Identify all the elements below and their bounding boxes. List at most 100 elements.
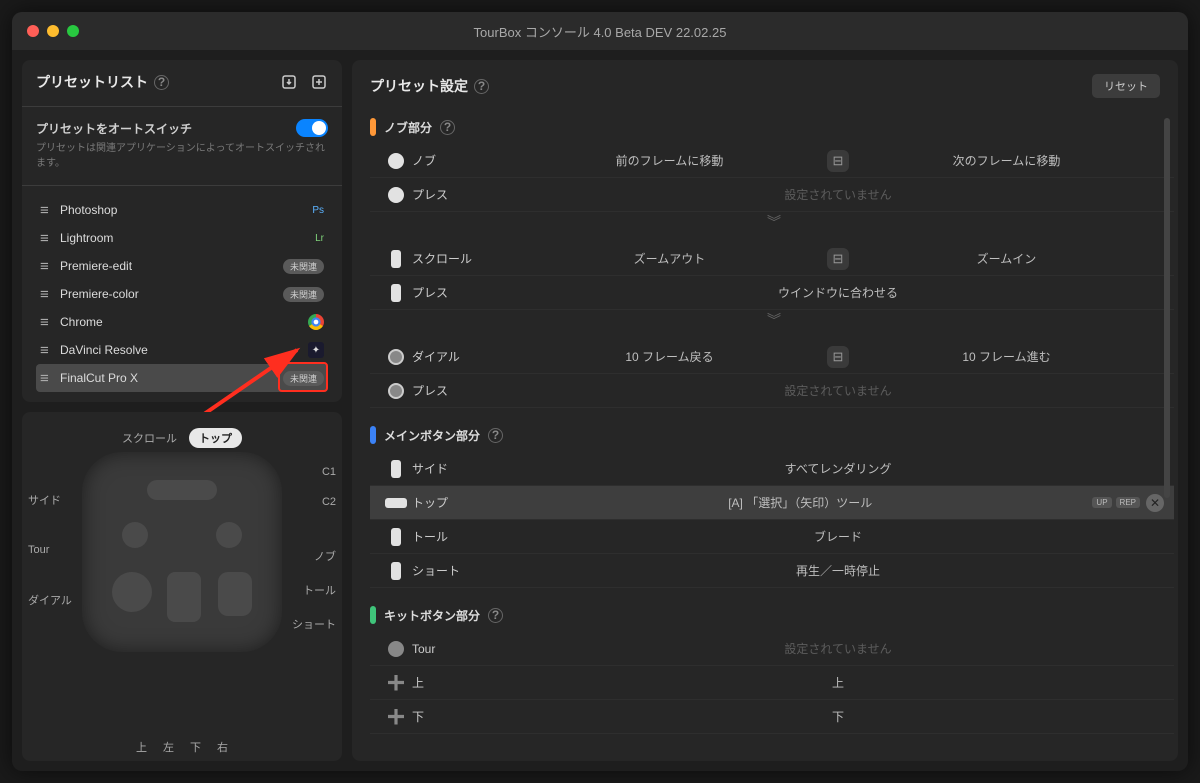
drag-handle-icon[interactable]: ≡ — [40, 259, 60, 274]
setting-name: 上 — [412, 674, 512, 691]
setting-value: ウインドウに合わせる — [512, 284, 1164, 301]
section-title: キットボタン部分 — [384, 607, 480, 624]
setting-row[interactable]: トップ[A] 「選択」（矢印）ツールUPREP✕ — [370, 486, 1174, 520]
separator-icon: ⊟ — [827, 150, 849, 172]
unlinked-pill: 未関連 — [283, 259, 324, 274]
device-label-top-chip[interactable]: トップ — [189, 428, 242, 448]
preset-row[interactable]: ≡LightroomLr — [36, 224, 328, 252]
setting-value: 設定されていません — [512, 382, 1164, 399]
help-icon[interactable]: ? — [488, 608, 503, 623]
fullscreen-window-button[interactable] — [67, 25, 79, 37]
preset-row[interactable]: ≡Premiere-edit未関連 — [36, 252, 328, 280]
control-icon — [380, 641, 412, 657]
device-label-short: ショート — [292, 616, 336, 632]
app-window: TourBox コンソール 4.0 Beta DEV 22.02.25 プリセッ… — [12, 12, 1188, 771]
app-tag: Ps — [312, 205, 324, 216]
setting-value: 再生／一時停止 — [512, 562, 1164, 579]
reset-button[interactable]: リセット — [1092, 74, 1160, 98]
setting-row[interactable]: プレス設定されていません — [370, 374, 1174, 408]
help-icon[interactable]: ? — [488, 428, 503, 443]
settings-sections: ノブ部分?ノブ前のフレームに移動⊟次のフレームに移動プレス設定されていません︾ス… — [352, 110, 1178, 747]
app-tag: Lr — [315, 233, 324, 244]
drag-handle-icon[interactable]: ≡ — [40, 343, 60, 358]
separator-icon: ⊟ — [827, 248, 849, 270]
autoswitch-description: プリセットは関連アプリケーションによってオートスイッチされます。 — [36, 141, 328, 171]
preset-name: Chrome — [60, 315, 308, 329]
setting-row[interactable]: 下下 — [370, 700, 1174, 734]
setting-row[interactable]: ダイアル10 フレーム戻る⊟10 フレーム進む — [370, 340, 1174, 374]
clear-icon[interactable]: ✕ — [1146, 494, 1164, 512]
help-icon[interactable]: ? — [154, 75, 169, 90]
setting-row[interactable]: スクロールズームアウト⊟ズームイン — [370, 242, 1174, 276]
setting-row[interactable]: Tour設定されていません — [370, 632, 1174, 666]
preset-row[interactable]: ≡Chrome — [36, 308, 328, 336]
control-icon — [380, 153, 412, 169]
setting-value-left: ズームアウト — [512, 250, 827, 267]
control-icon — [380, 187, 412, 203]
setting-row[interactable]: ノブ前のフレームに移動⊟次のフレームに移動 — [370, 144, 1174, 178]
setting-name: Tour — [412, 642, 512, 656]
section-header: キットボタン部分? — [370, 598, 1174, 632]
control-icon — [380, 498, 412, 508]
help-icon[interactable]: ? — [440, 120, 455, 135]
preset-row[interactable]: ≡Premiere-color未関連 — [36, 280, 328, 308]
device-label-c1: C1 — [292, 466, 336, 478]
device-label-tall: トール — [292, 582, 336, 598]
drag-handle-icon[interactable]: ≡ — [40, 371, 60, 386]
minimize-window-button[interactable] — [47, 25, 59, 37]
davinci-icon: ✦ — [308, 342, 324, 358]
help-icon[interactable]: ? — [474, 79, 489, 94]
control-icon — [380, 562, 412, 580]
setting-row[interactable]: プレスウインドウに合わせる — [370, 276, 1174, 310]
device-label-knob: ノブ — [292, 548, 336, 564]
preset-row[interactable]: ≡PhotoshopPs — [36, 196, 328, 224]
drag-handle-icon[interactable]: ≡ — [40, 231, 60, 246]
control-icon — [380, 383, 412, 399]
device-label-right: 右 — [217, 739, 228, 755]
preset-list-panel: プリセットリスト ? プリセットをオートスイッチ プリセットは関連アプリケーショ… — [22, 60, 342, 402]
setting-row[interactable]: 上上 — [370, 666, 1174, 700]
control-icon — [380, 460, 412, 478]
setting-name: プレス — [412, 284, 512, 301]
setting-row[interactable]: トールブレード — [370, 520, 1174, 554]
setting-value: すべてレンダリング — [512, 460, 1164, 477]
control-icon — [380, 284, 412, 302]
drag-handle-icon[interactable]: ≡ — [40, 203, 60, 218]
setting-name: ノブ — [412, 152, 512, 169]
setting-row[interactable]: サイドすべてレンダリング — [370, 452, 1174, 486]
drag-handle-icon[interactable]: ≡ — [40, 315, 60, 330]
scrollbar[interactable] — [1164, 118, 1170, 498]
expand-button[interactable]: ︾ — [370, 212, 1174, 232]
section-title: メインボタン部分 — [384, 427, 480, 444]
setting-value-left: 10 フレーム戻る — [512, 348, 827, 365]
tag-pill: UP — [1092, 497, 1111, 508]
preset-row[interactable]: ≡DaVinci Resolve✦ — [36, 336, 328, 364]
left-column: プリセットリスト ? プリセットをオートスイッチ プリセットは関連アプリケーショ… — [22, 60, 342, 761]
control-icon — [380, 349, 412, 365]
setting-row[interactable]: プレス設定されていません — [370, 178, 1174, 212]
device-panel: スクロール トップ C1 C2 ノブ トール ショート サイド Tour ダイア… — [22, 412, 342, 761]
preset-name: Premiere-edit — [60, 259, 283, 273]
expand-button[interactable]: ︾ — [370, 310, 1174, 330]
preset-name: Photoshop — [60, 203, 312, 217]
autoswitch-toggle[interactable] — [296, 119, 328, 137]
setting-value: 下 — [512, 708, 1164, 725]
close-window-button[interactable] — [27, 25, 39, 37]
preset-row[interactable]: ≡FinalCut Pro X未関連 — [36, 364, 328, 392]
preset-name: Premiere-color — [60, 287, 283, 301]
device-label-scroll: スクロール — [122, 430, 177, 446]
import-button[interactable] — [280, 73, 298, 91]
control-icon — [380, 528, 412, 546]
window-title: TourBox コンソール 4.0 Beta DEV 22.02.25 — [12, 22, 1188, 41]
drag-handle-icon[interactable]: ≡ — [40, 287, 60, 302]
setting-name: トール — [412, 528, 512, 545]
add-preset-button[interactable] — [310, 73, 328, 91]
preset-settings-title: プリセット設定 — [370, 76, 468, 96]
annotation-highlight — [278, 362, 328, 392]
setting-name: トップ — [412, 494, 512, 511]
section-title: ノブ部分 — [384, 119, 432, 136]
section-cap-icon — [370, 426, 376, 444]
setting-row[interactable]: ショート再生／一時停止 — [370, 554, 1174, 588]
device-label-down: 下 — [190, 739, 201, 755]
preset-name: FinalCut Pro X — [60, 371, 283, 385]
